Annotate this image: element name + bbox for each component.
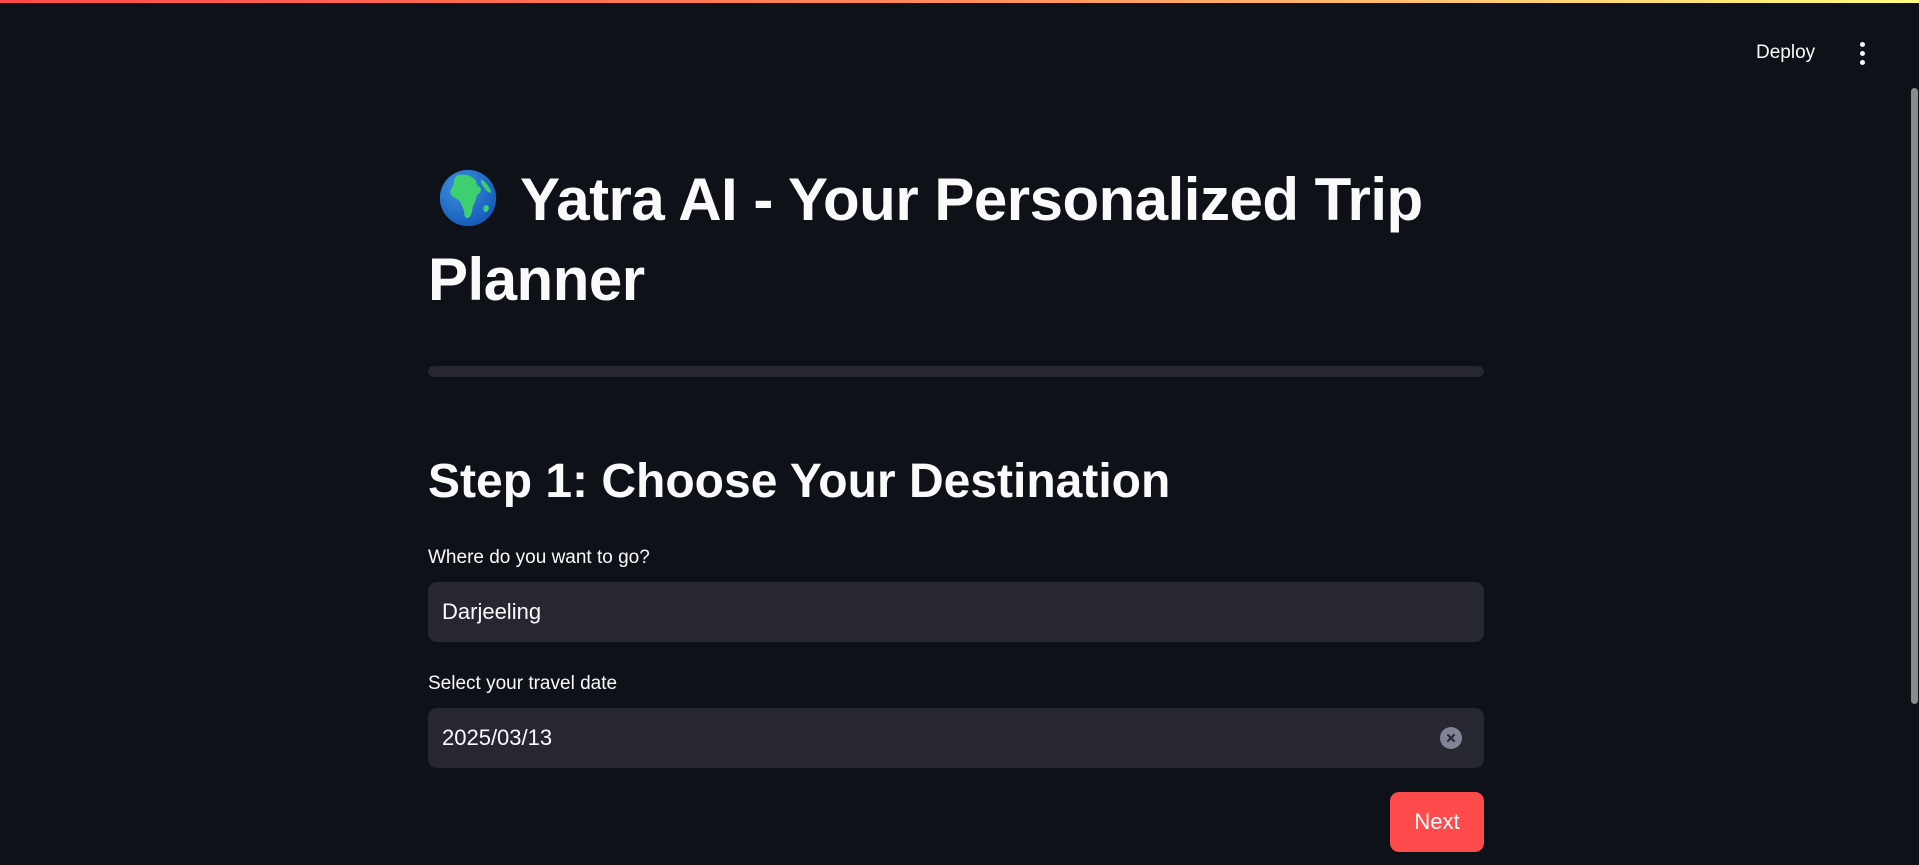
destination-input[interactable]: [442, 599, 1470, 625]
vertical-ellipsis-icon: [1859, 41, 1865, 65]
main-content: Yatra AI - Your Personalized Trip Planne…: [428, 160, 1484, 852]
destination-field[interactable]: [428, 582, 1484, 642]
date-field[interactable]: [428, 708, 1484, 768]
page-title-text: Yatra AI - Your Personalized Trip Planne…: [428, 166, 1423, 313]
scrollbar-thumb[interactable]: [1911, 88, 1918, 704]
divider: [428, 366, 1484, 377]
step-heading: Step 1: Choose Your Destination: [428, 455, 1171, 508]
clear-circle-icon[interactable]: [1440, 727, 1462, 749]
globe-icon: [438, 168, 498, 228]
next-button[interactable]: Next: [1390, 792, 1484, 852]
deploy-button[interactable]: Deploy: [1744, 36, 1827, 70]
date-label: Select your travel date: [428, 673, 618, 694]
main-menu-button[interactable]: [1848, 36, 1876, 70]
date-input[interactable]: [442, 725, 1440, 751]
destination-label: Where do you want to go?: [428, 547, 650, 568]
page-title: Yatra AI - Your Personalized Trip Planne…: [428, 160, 1484, 326]
app-header: Deploy: [0, 0, 1919, 106]
